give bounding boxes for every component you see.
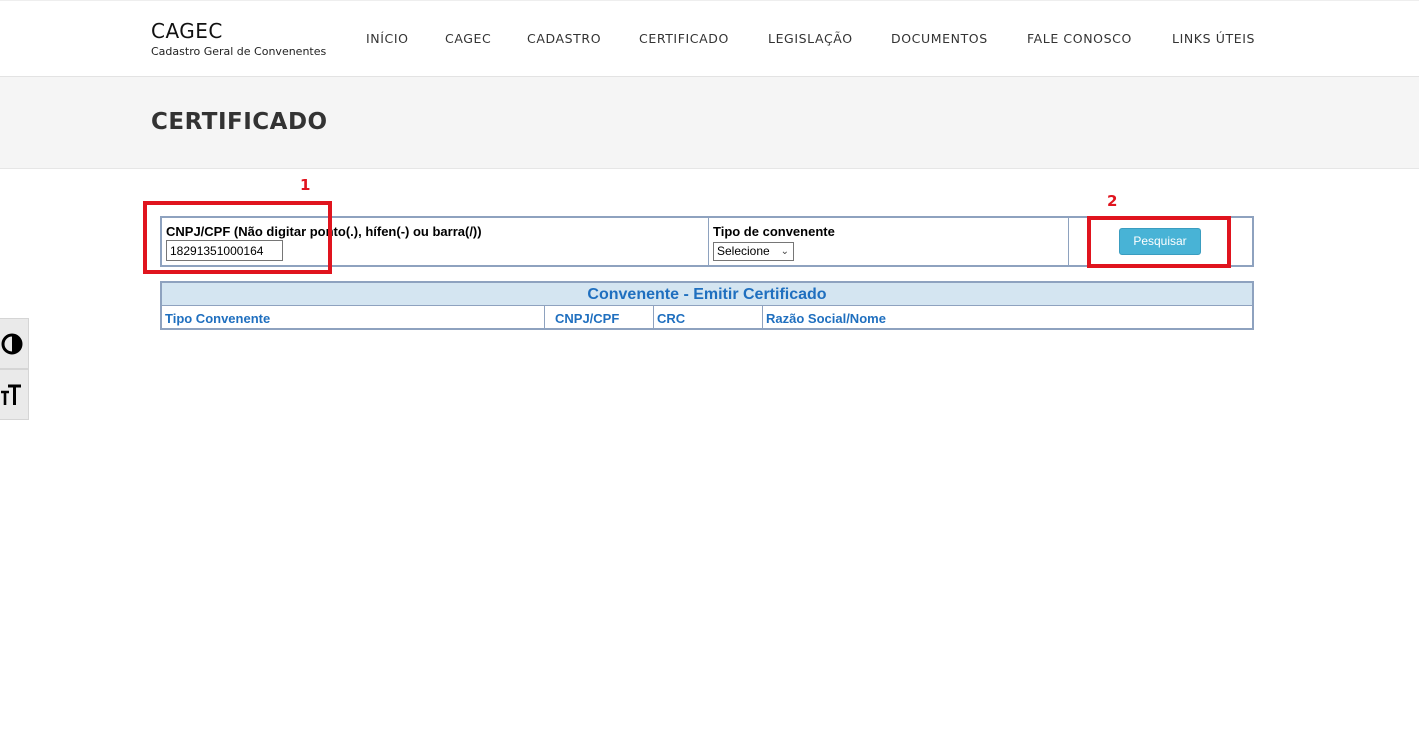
font-size-toggle[interactable]	[0, 369, 29, 420]
annotation-box-1	[143, 201, 332, 274]
annotation-number-2: 2	[1107, 192, 1118, 210]
annotation-number-1: 1	[300, 176, 311, 194]
col-razao-social: Razão Social/Nome	[766, 311, 886, 326]
nav-fale-conosco[interactable]: FALE CONOSCO	[1027, 31, 1132, 46]
results-table: Convenente - Emitir Certificado Tipo Con…	[160, 281, 1254, 330]
chevron-down-icon: ⌄	[780, 246, 789, 257]
tipo-select-value: Selecione	[717, 244, 770, 258]
col-crc: CRC	[654, 306, 763, 328]
tipo-cell: Tipo de convenente Selecione ⌄	[709, 218, 1069, 265]
page-title: CERTIFICADO	[151, 109, 328, 135]
nav-documentos[interactable]: DOCUMENTOS	[891, 31, 988, 46]
col-tipo-convenente: Tipo Convenente	[162, 306, 545, 328]
brand-subtitle: Cadastro Geral de Convenentes	[151, 45, 327, 58]
nav-inicio[interactable]: INÍCIO	[366, 31, 409, 46]
brand[interactable]: CAGEC Cadastro Geral de Convenentes	[151, 19, 326, 58]
nav-cagec[interactable]: CAGEC	[445, 31, 491, 46]
site-header: CAGEC Cadastro Geral de Convenentes INÍC…	[0, 0, 1419, 77]
font-size-icon	[1, 384, 21, 405]
brand-title: CAGEC	[151, 19, 223, 43]
tipo-label: Tipo de convenente	[713, 224, 835, 239]
tipo-select[interactable]: Selecione ⌄	[713, 242, 794, 261]
nav-legislacao[interactable]: LEGISLAÇÃO	[768, 31, 853, 46]
nav-certificado[interactable]: CERTIFICADO	[639, 31, 729, 46]
nav-cadastro[interactable]: CADASTRO	[527, 31, 601, 46]
col-cnpj-cpf: CNPJ/CPF	[545, 306, 654, 328]
page-title-band: CERTIFICADO	[0, 77, 1419, 169]
annotation-box-2	[1087, 216, 1231, 268]
contrast-toggle[interactable]	[0, 318, 29, 369]
results-title: Convenente - Emitir Certificado	[162, 283, 1252, 306]
contrast-icon	[1, 333, 23, 355]
nav-links-uteis[interactable]: LINKS ÚTEIS	[1172, 31, 1255, 46]
